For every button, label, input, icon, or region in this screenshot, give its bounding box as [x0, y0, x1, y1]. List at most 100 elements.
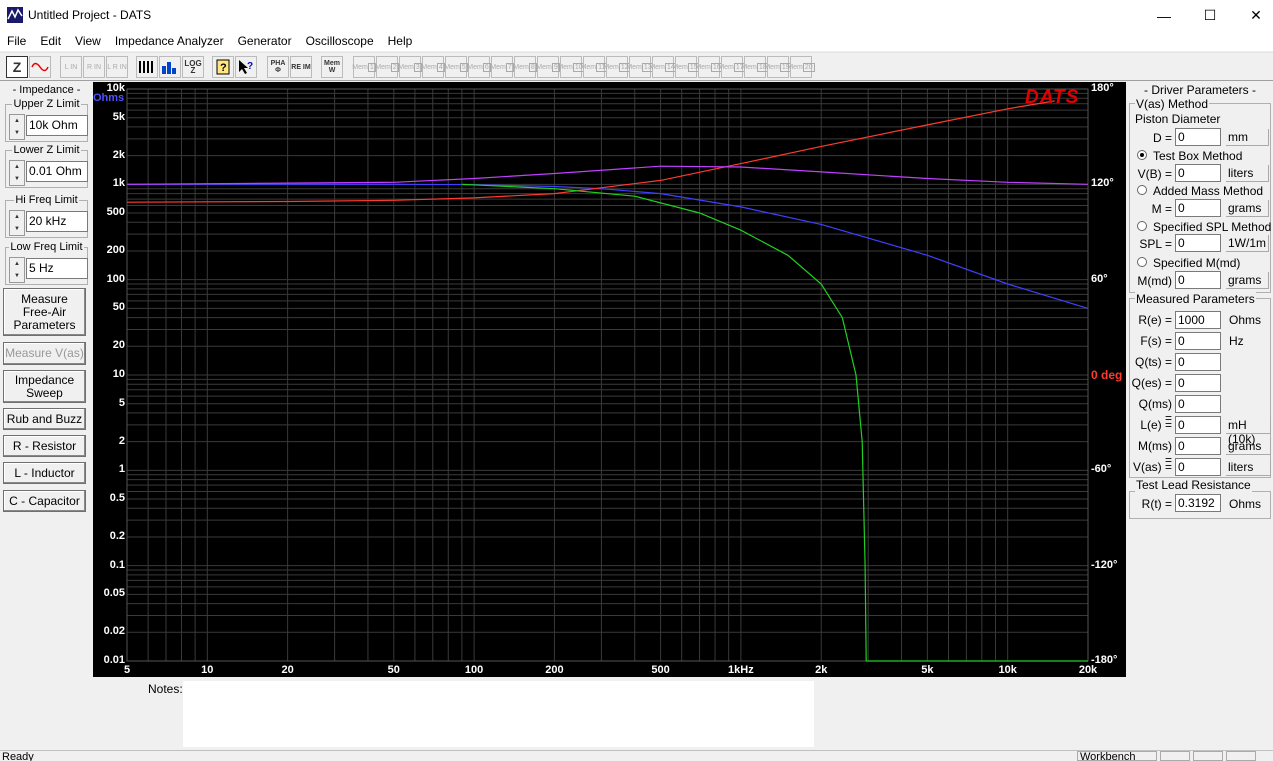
spl-label: SPL = [1139, 237, 1172, 251]
phase-button[interactable]: PHA Φ [267, 56, 289, 78]
capacitor-button[interactable]: C - Capacitor [3, 490, 86, 512]
param-value[interactable]: 0 [1175, 395, 1221, 413]
rt-field[interactable]: 0.3192 [1175, 494, 1221, 512]
memory-slot-7-button[interactable]: Mem 7 [490, 56, 514, 78]
memory-slot-4-button[interactable]: Mem 4 [421, 56, 445, 78]
menu-oscilloscope[interactable]: Oscilloscope [299, 34, 381, 48]
menu-file[interactable]: File [0, 34, 33, 48]
specified-mmd-radio[interactable] [1137, 257, 1147, 267]
mem-number: 20 [802, 62, 815, 72]
memory-slot-20-button[interactable]: Mem 20 [787, 56, 815, 78]
help-button[interactable]: ? [212, 56, 234, 78]
vb-label: V(B) = [1137, 167, 1172, 181]
param-label: Q(es) = [1131, 376, 1172, 390]
param-unit: grams [1226, 438, 1271, 455]
rub-and-buzz-button[interactable]: Rub and Buzz [3, 408, 86, 430]
d-field[interactable]: 0 [1175, 128, 1221, 146]
param-value[interactable]: 0 [1175, 437, 1221, 455]
mem-write-button[interactable]: Mem W [321, 56, 343, 78]
memory-slot-18-button[interactable]: Mem 18 [741, 56, 769, 78]
param-value[interactable]: 0 [1175, 353, 1221, 371]
memory-slot-11-button[interactable]: Mem 11 [581, 56, 608, 78]
maximize-icon[interactable]: ☐ [1187, 0, 1233, 31]
histogram-icon [162, 62, 176, 74]
added-mass-radio[interactable] [1137, 185, 1147, 195]
upper-z-field[interactable]: 10k Ohm [26, 115, 88, 136]
memory-slot-6-button[interactable]: Mem 6 [467, 56, 491, 78]
menu-impedance-analyzer[interactable]: Impedance Analyzer [108, 34, 231, 48]
inductor-button[interactable]: L - Inductor [3, 462, 86, 484]
notes-field[interactable] [183, 681, 814, 747]
menu-help[interactable]: Help [381, 34, 420, 48]
context-help-button[interactable]: ? [235, 56, 257, 78]
impedance-plot[interactable]: DATS Ohms 10k 5k 2k 1k 500 200 100 50 20 10 5 2 1 0.5… [93, 82, 1126, 677]
phase-tick-label: -60° [1091, 463, 1112, 476]
param-value[interactable]: 1000 [1175, 311, 1221, 329]
phase-tick-label: -120° [1091, 558, 1118, 571]
measure-vas-button[interactable]: Measure V(as) [3, 342, 86, 365]
lr-in-button[interactable]: L R IN [106, 56, 128, 78]
series-blue-line [127, 183, 1089, 309]
param-value[interactable]: 0 [1175, 416, 1221, 434]
spl-field[interactable]: 0 [1175, 234, 1221, 252]
memory-slot-12-button[interactable]: Mem 12 [603, 56, 631, 78]
y-tick-label: 0.1 [109, 558, 125, 571]
phase-tick-label: 0 deg [1091, 368, 1123, 382]
mem-prefix: Mem [467, 63, 483, 71]
impedance-sweep-button[interactable]: Impedance Sweep [3, 370, 86, 403]
param-value[interactable]: 0 [1175, 332, 1221, 350]
memory-slot-14-button[interactable]: Mem 14 [649, 56, 677, 78]
mem-prefix: Mem [741, 63, 757, 71]
l-in-button[interactable]: L IN [60, 56, 82, 78]
hi-freq-field[interactable]: 20 kHz [26, 211, 88, 232]
y-tick-label: 5 [118, 396, 125, 409]
param-value[interactable]: 0 [1175, 374, 1221, 392]
app-icon [7, 7, 23, 23]
vb-field[interactable]: 0 [1175, 164, 1221, 182]
param-value[interactable]: 0 [1175, 458, 1221, 476]
m-field[interactable]: 0 [1175, 199, 1221, 217]
memory-slot-5-button[interactable]: Mem 5 [444, 56, 468, 78]
window-title: Untitled Project - DATS [28, 8, 152, 22]
x-tick-label: 1kHz [728, 664, 754, 676]
low-freq-field[interactable]: 5 Hz [26, 258, 88, 279]
blocks-button[interactable] [159, 56, 181, 78]
memory-slot-8-button[interactable]: Mem 8 [513, 56, 537, 78]
memory-slot-13-button[interactable]: Mem 13 [626, 56, 654, 78]
specified-spl-radio[interactable] [1137, 221, 1147, 231]
memory-slot-3-button[interactable]: Mem 3 [398, 56, 422, 78]
menu-generator[interactable]: Generator [231, 34, 299, 48]
measure-free-air-button[interactable]: Measure Free-Air Parameters [3, 288, 86, 336]
memory-slot-16-button[interactable]: Mem 16 [695, 56, 723, 78]
test-box-label: Test Box Method [1153, 149, 1243, 163]
r-in-button[interactable]: R IN [83, 56, 105, 78]
spl-unit: 1W/1m [1226, 235, 1269, 252]
grid-lines-button[interactable] [136, 56, 158, 78]
re-im-button[interactable]: RE IM [290, 56, 312, 78]
memory-slot-15-button[interactable]: Mem 15 [672, 56, 700, 78]
log-z-button[interactable]: LOG Z [182, 56, 204, 78]
memory-slot-19-button[interactable]: Mem 19 [764, 56, 792, 78]
impedance-mode-button[interactable]: Z [6, 56, 28, 78]
sine-mode-button[interactable] [29, 56, 51, 78]
upper-z-spinner[interactable]: ▲ ▼ [9, 114, 25, 140]
d-unit: mm [1226, 129, 1269, 146]
resistor-button[interactable]: R - Resistor [3, 435, 86, 457]
lower-z-spinner[interactable]: ▲ ▼ [9, 160, 25, 186]
x-tick-label: 2k [815, 664, 828, 676]
memory-slot-1-button[interactable]: Mem 1 [352, 56, 376, 78]
test-box-radio[interactable] [1137, 150, 1147, 160]
memory-slot-9-button[interactable]: Mem 9 [536, 56, 560, 78]
low-freq-spinner[interactable]: ▲ ▼ [9, 257, 25, 283]
lower-z-field[interactable]: 0.01 Ohm [26, 161, 88, 182]
close-icon[interactable]: ✕ [1233, 0, 1273, 31]
menu-edit[interactable]: Edit [33, 34, 68, 48]
menu-view[interactable]: View [68, 34, 108, 48]
memory-slot-10-button[interactable]: Mem 10 [557, 56, 585, 78]
mmd-field[interactable]: 0 [1175, 271, 1221, 289]
memory-slot-2-button[interactable]: Mem 2 [375, 56, 399, 78]
hi-freq-spinner[interactable]: ▲ ▼ [9, 210, 25, 236]
measured-params-title: Measured Parameters [1135, 292, 1256, 306]
minimize-icon[interactable]: — [1141, 0, 1187, 31]
memory-slot-17-button[interactable]: Mem 17 [718, 56, 746, 78]
